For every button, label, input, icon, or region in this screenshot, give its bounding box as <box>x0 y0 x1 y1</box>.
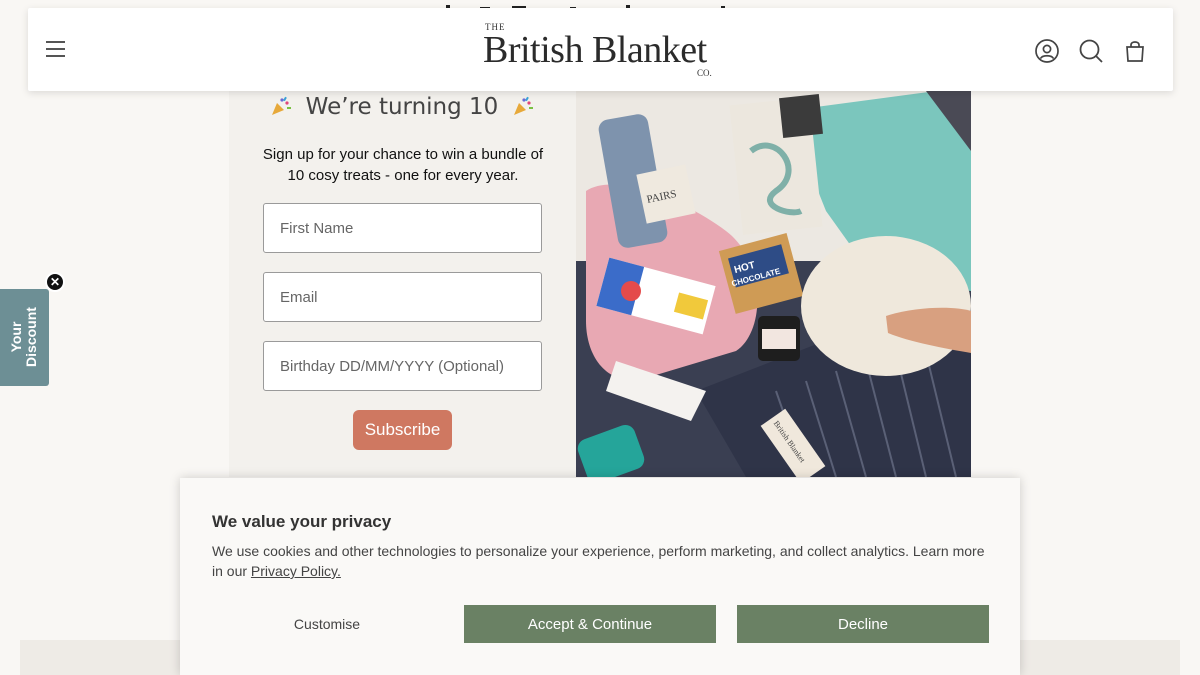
email-input[interactable] <box>263 272 542 322</box>
party-popper-icon <box>512 95 534 117</box>
discount-tab-label: Your Discount <box>8 307 39 367</box>
customise-button[interactable]: Customise <box>260 606 394 642</box>
privacy-policy-link[interactable]: Privacy Policy. <box>251 563 341 579</box>
cookie-title: We value your privacy <box>212 512 392 531</box>
subscribe-button[interactable]: Subscribe <box>353 410 452 450</box>
account-icon[interactable] <box>1034 38 1060 64</box>
site-header: THE British Blanket CO. <box>28 8 1173 91</box>
shopping-bag-icon[interactable] <box>1122 38 1148 64</box>
popup-description: Sign up for your chance to win a bundle … <box>262 146 544 184</box>
search-icon[interactable] <box>1078 38 1104 64</box>
logo-co: CO. <box>697 68 712 78</box>
party-popper-icon <box>270 95 292 117</box>
popup-title: We’re turning 10 <box>229 94 575 120</box>
popup-title-text: We’re turning 10 <box>305 94 499 120</box>
decline-button[interactable]: Decline <box>737 605 989 643</box>
site-logo[interactable]: THE British Blanket CO. <box>483 22 723 82</box>
discount-tab[interactable]: Your Discount <box>0 289 49 386</box>
menu-icon[interactable] <box>46 41 65 57</box>
cookie-text: We use cookies and other technologies to… <box>212 541 992 581</box>
gift-bundle-photo: PAIRS HOT CHOCOLATE British Blanket <box>576 91 971 477</box>
birthday-input[interactable] <box>263 341 542 391</box>
first-name-input[interactable] <box>263 203 542 253</box>
cookie-banner: We value your privacy We use cookies and… <box>180 478 1020 675</box>
accept-continue-button[interactable]: Accept & Continue <box>464 605 716 643</box>
close-icon[interactable]: ✕ <box>45 272 65 292</box>
signup-popup: We’re turning 10 Sign up for your chance… <box>229 91 971 477</box>
logo-wordmark: British Blanket <box>483 29 707 71</box>
